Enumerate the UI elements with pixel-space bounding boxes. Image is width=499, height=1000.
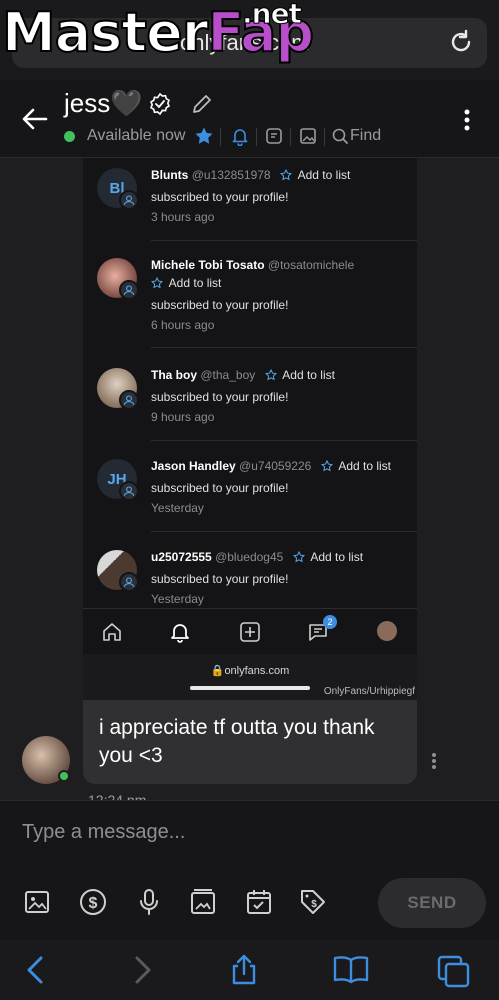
divider [220, 128, 221, 146]
message-bubble[interactable]: i appreciate tf outta you thank you <3 [83, 700, 417, 784]
star-outline-icon [151, 277, 163, 289]
price-tag-icon[interactable]: $ [298, 887, 328, 917]
site-watermark: MasterFap .net [1, 0, 315, 64]
message-input[interactable]: Type a message... [22, 821, 185, 844]
star-icon[interactable] [194, 126, 214, 146]
notification-message: subscribed to your profile! [151, 390, 289, 404]
notification-item: Michele Tobi Tosato @tosatomichele Add t… [83, 248, 417, 348]
online-indicator [58, 770, 70, 782]
notification-header: u25072555 @bluedog45 Add to list [151, 550, 364, 564]
home-indicator [190, 686, 310, 690]
browser-toolbar [0, 940, 499, 1000]
chat-header: jess🖤 Available now Find [0, 80, 499, 158]
availability-status: Available now [87, 127, 186, 144]
messages-count-badge: 2 [323, 615, 337, 629]
browser-back-icon[interactable] [20, 954, 52, 986]
share-icon[interactable] [228, 954, 260, 986]
notification-message: subscribed to your profile! [151, 298, 289, 312]
edit-pencil-icon[interactable] [190, 92, 214, 116]
notification-time: Yesterday [151, 592, 204, 606]
home-icon [103, 623, 121, 641]
chat-username[interactable]: jess🖤 [64, 88, 143, 119]
screenshot-browser-footer: 🔒onlyfans.com OnlyFans/Urhippiegf [83, 654, 417, 700]
notes-icon[interactable] [264, 126, 284, 146]
notification-header: Blunts @u132851978 Add to list [151, 168, 351, 182]
divider [290, 128, 291, 146]
browser-forward-icon[interactable] [126, 954, 158, 986]
screenshot-bottom-nav: 2 [83, 608, 417, 654]
bell-icon[interactable] [230, 126, 250, 146]
notification-message: subscribed to your profile! [151, 572, 289, 586]
subscriber-badge-icon [119, 280, 139, 300]
star-outline-icon [279, 169, 292, 181]
divider [324, 128, 325, 146]
screenshot-watermark: OnlyFans/Urhippiegf [323, 686, 415, 697]
star-outline-icon [264, 369, 277, 381]
compose-bar: Type a message... $ $ SEND [0, 800, 499, 940]
notification-header: Jason Handley @u74059226 Add to list [151, 459, 392, 473]
tabs-icon[interactable] [436, 954, 472, 990]
browser-top-bar: onlyfans.com MasterFap .net [0, 0, 499, 80]
send-button[interactable]: SEND [378, 878, 486, 928]
divider [151, 531, 417, 532]
more-options-icon[interactable] [460, 108, 474, 132]
screenshot-domain: 🔒onlyfans.com [210, 665, 290, 677]
find-label[interactable]: Find [350, 127, 381, 145]
add-to-list-link: Add to list [151, 276, 221, 290]
svg-text:$: $ [311, 899, 317, 910]
notification-header: Michele Tobi Tosato @tosatomichele [151, 258, 355, 272]
online-indicator [64, 131, 75, 142]
microphone-icon[interactable] [134, 887, 164, 917]
subscriber-badge-icon [119, 481, 139, 501]
message-timestamp: 12:24 pm [88, 792, 147, 800]
subscriber-badge-icon [119, 572, 139, 592]
subscriber-badge-icon [119, 390, 139, 410]
tip-dollar-icon[interactable]: $ [78, 887, 108, 917]
notification-time: 3 hours ago [151, 210, 215, 224]
message-options-icon[interactable] [430, 752, 438, 770]
back-arrow-icon[interactable] [20, 104, 50, 134]
shared-screenshot-image[interactable]: Bl Blunts @u132851978 Add to list subscr… [83, 158, 417, 700]
media-icon[interactable] [298, 126, 318, 146]
divider [151, 240, 417, 241]
bookmarks-icon[interactable] [332, 954, 370, 986]
vault-icon[interactable] [188, 887, 218, 917]
notification-item: JH Jason Handley @u74059226 Add to list … [83, 449, 417, 540]
bell-icon [171, 624, 189, 643]
notification-time: 9 hours ago [151, 410, 215, 424]
add-post-icon [240, 622, 260, 642]
notification-time: 6 hours ago [151, 318, 215, 332]
schedule-calendar-icon[interactable] [244, 887, 274, 917]
verified-icon [149, 92, 171, 116]
reload-icon[interactable] [447, 28, 475, 56]
divider [256, 128, 257, 146]
star-outline-icon [292, 551, 305, 563]
divider [151, 440, 417, 441]
notification-item: Tha boy @tha_boy Add to list subscribed … [83, 358, 417, 449]
subscriber-badge-icon [119, 190, 139, 210]
star-outline-icon [320, 460, 333, 472]
divider [151, 347, 417, 348]
notification-time: Yesterday [151, 501, 204, 515]
chat-messages-area[interactable]: Bl Blunts @u132851978 Add to list subscr… [0, 158, 499, 800]
notification-header: Tha boy @tha_boy Add to list [151, 368, 335, 382]
notification-item: Bl Blunts @u132851978 Add to list subscr… [83, 158, 417, 249]
profile-avatar [377, 621, 397, 641]
notification-message: subscribed to your profile! [151, 481, 289, 495]
search-icon[interactable] [330, 126, 350, 146]
svg-text:$: $ [89, 895, 98, 912]
image-upload-icon[interactable] [22, 887, 52, 917]
notification-message: subscribed to your profile! [151, 190, 289, 204]
